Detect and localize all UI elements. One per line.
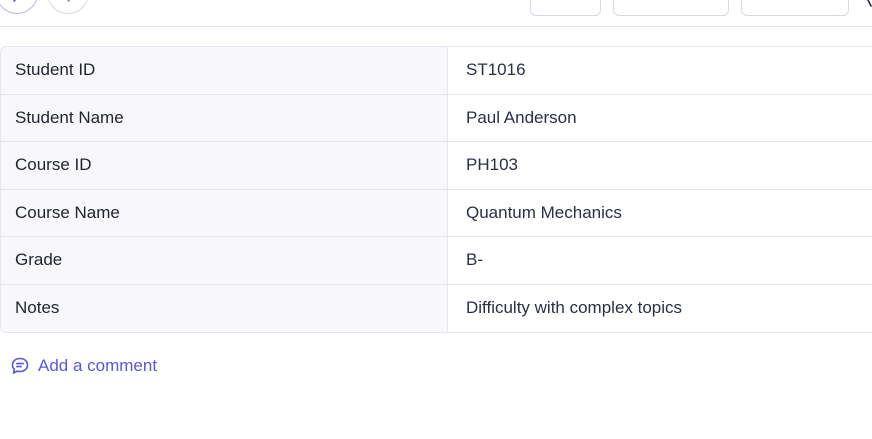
field-value: PH103 bbox=[466, 155, 518, 175]
field-label: Student ID bbox=[1, 47, 448, 94]
field-label: Course ID bbox=[1, 142, 448, 189]
toolbar-button-1[interactable] bbox=[530, 0, 601, 16]
previous-record-button[interactable] bbox=[0, 0, 38, 14]
record-row-notes: Notes Difficulty with complex topics bbox=[1, 284, 872, 332]
next-record-button[interactable] bbox=[47, 0, 89, 14]
record-row-course-id: Course ID PH103 bbox=[1, 142, 872, 190]
record-row-grade: Grade B- bbox=[1, 237, 872, 285]
comment-icon bbox=[11, 357, 29, 374]
record-toolbar bbox=[0, 0, 872, 27]
field-label: Grade bbox=[1, 237, 448, 284]
toolbar-button-2[interactable] bbox=[613, 0, 729, 16]
add-comment-button[interactable]: Add a comment bbox=[10, 356, 157, 376]
field-label: Student Name bbox=[1, 94, 448, 141]
field-value: Difficulty with complex topics bbox=[466, 298, 683, 318]
record-row-student-name: Student Name Paul Anderson bbox=[1, 94, 872, 142]
field-label: Course Name bbox=[1, 189, 448, 236]
field-value: ST1016 bbox=[466, 60, 526, 80]
record-details-table: Student ID ST1016 Student Name Paul Ande… bbox=[0, 46, 872, 333]
record-row-course-name: Course Name Quantum Mechanics bbox=[1, 189, 872, 237]
toolbar-button-3[interactable] bbox=[741, 0, 849, 16]
field-value: Quantum Mechanics bbox=[466, 202, 622, 222]
field-value: Paul Anderson bbox=[466, 107, 577, 127]
field-label: Notes bbox=[1, 284, 448, 332]
add-comment-label: Add a comment bbox=[38, 356, 158, 375]
more-icon[interactable] bbox=[864, 0, 872, 10]
field-value: B- bbox=[466, 250, 483, 270]
chevron-left-icon bbox=[13, 0, 17, 2]
chevron-right-icon bbox=[66, 0, 70, 2]
record-row-student-id: Student ID ST1016 bbox=[1, 47, 872, 95]
